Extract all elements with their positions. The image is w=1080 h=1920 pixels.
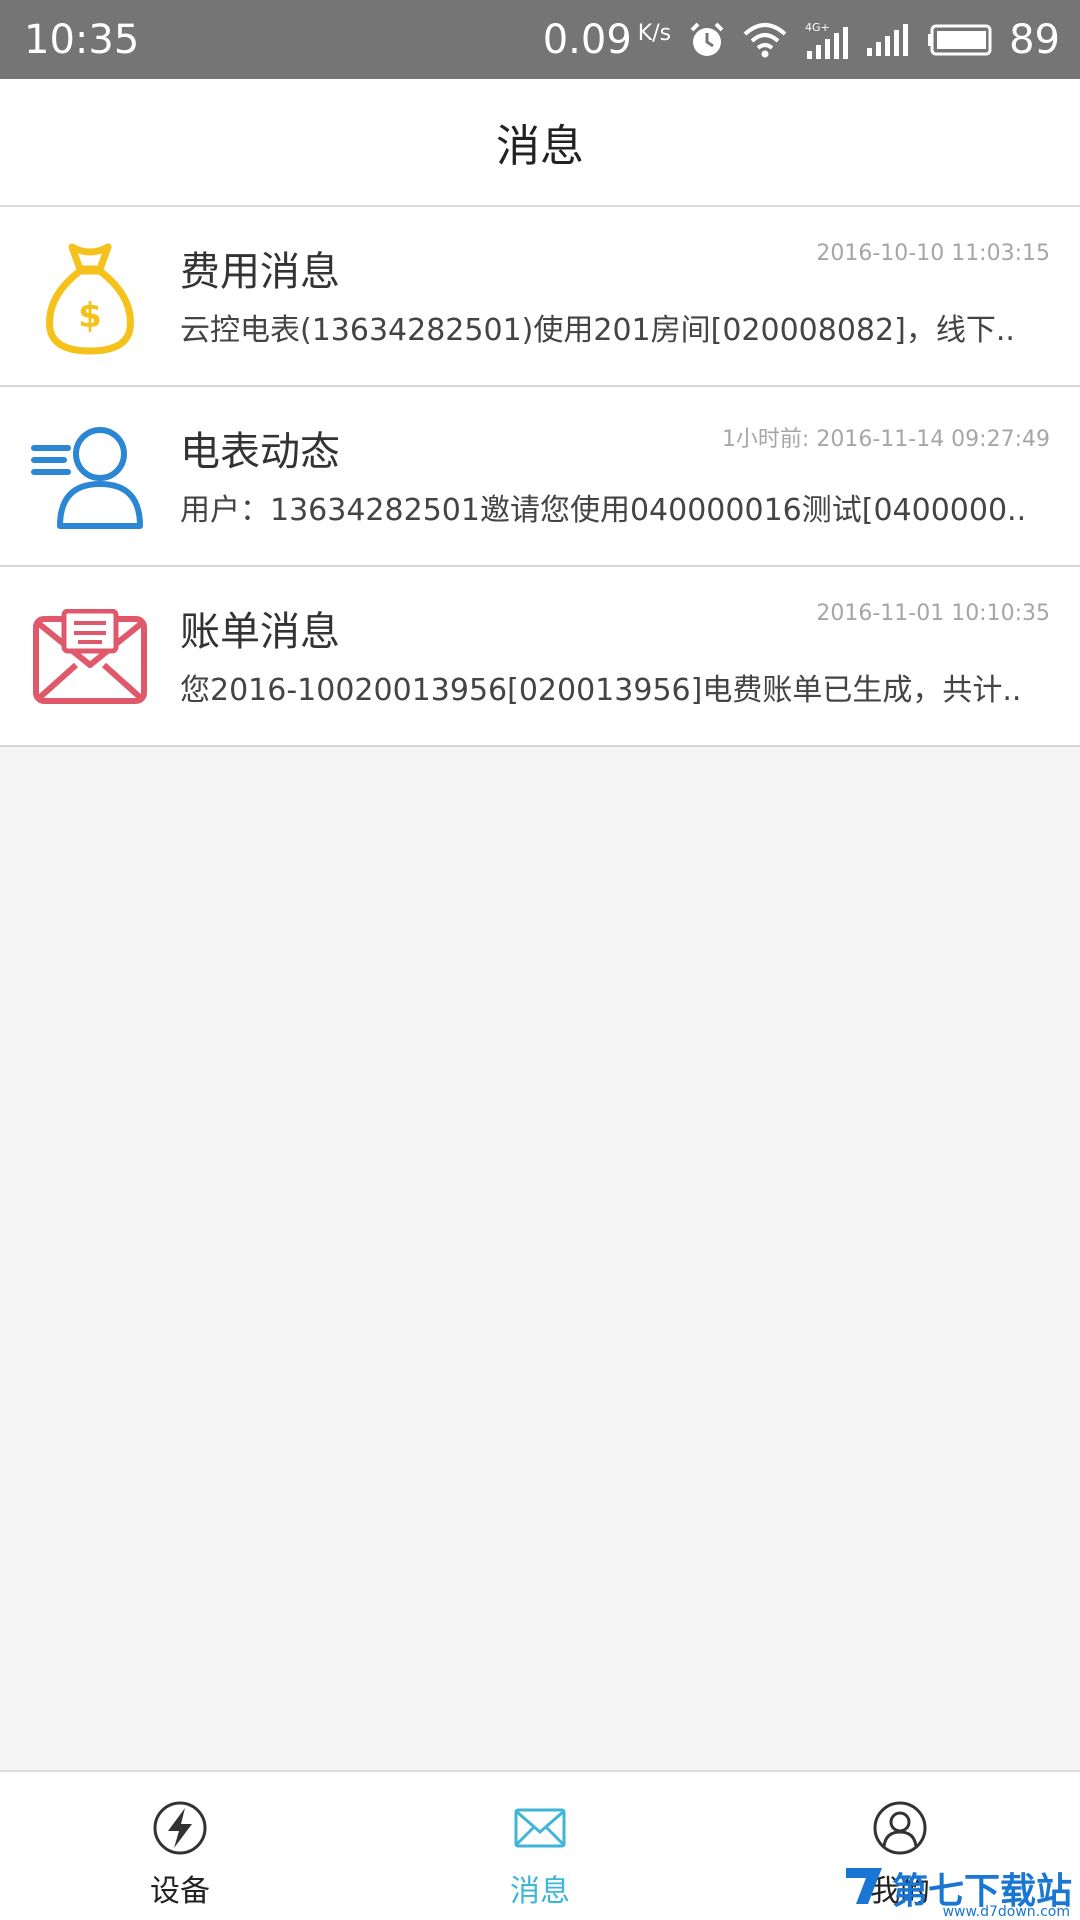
tab-label: 消息 bbox=[510, 1874, 570, 1909]
message-preview: 用户：13634282501邀请您使用040000016测试[0400000.. bbox=[180, 493, 1027, 528]
signal-4g-icon: 4G+ bbox=[803, 19, 849, 61]
money-bag-icon: $ bbox=[30, 237, 150, 357]
status-icons: 0.09 K/s 4G+ 89 bbox=[543, 17, 1060, 63]
watermark-logo-icon bbox=[842, 1864, 886, 1912]
svg-text:$: $ bbox=[78, 296, 102, 336]
mail-icon bbox=[512, 1800, 568, 1860]
message-time: 1小时前: 2016-11-14 09:27:49 bbox=[721, 427, 1050, 452]
message-item-fee[interactable]: $ 费用消息 2016-10-10 11:03:15 云控电表(13634282… bbox=[0, 207, 1080, 387]
network-speed: 0.09 K/s bbox=[543, 17, 671, 63]
svg-text:4G+: 4G+ bbox=[805, 21, 830, 34]
message-list: $ 费用消息 2016-10-10 11:03:15 云控电表(13634282… bbox=[0, 207, 1080, 747]
lightning-icon bbox=[152, 1800, 208, 1860]
tab-messages[interactable]: 消息 bbox=[360, 1772, 720, 1920]
tab-devices[interactable]: 设备 bbox=[0, 1772, 360, 1920]
header: 消息 bbox=[0, 79, 1080, 207]
network-speed-unit: K/s bbox=[637, 20, 672, 46]
wifi-icon bbox=[743, 22, 787, 58]
page-title: 消息 bbox=[496, 121, 584, 172]
message-title: 电表动态 bbox=[180, 429, 340, 475]
message-item-meter[interactable]: 电表动态 1小时前: 2016-11-14 09:27:49 用户：136342… bbox=[0, 387, 1080, 567]
person-icon bbox=[872, 1800, 928, 1860]
message-title: 账单消息 bbox=[180, 609, 340, 655]
status-bar: 10:35 0.09 K/s 4G+ 89 bbox=[0, 0, 1080, 79]
message-time: 2016-11-01 10:10:35 bbox=[816, 601, 1050, 626]
user-speed-icon bbox=[30, 417, 150, 537]
battery-level: 89 bbox=[1009, 16, 1060, 63]
message-item-bill[interactable]: 账单消息 2016-11-01 10:10:35 您2016-100200139… bbox=[0, 567, 1080, 747]
message-time: 2016-10-10 11:03:15 bbox=[816, 241, 1050, 266]
message-preview: 您2016-10020013956[020013956]电费账单已生成，共计.. bbox=[180, 673, 1022, 708]
signal-icon bbox=[865, 22, 911, 58]
watermark-url: www.d7down.com bbox=[942, 1904, 1070, 1920]
tab-label: 设备 bbox=[150, 1874, 210, 1909]
battery-icon bbox=[927, 23, 993, 57]
network-speed-value: 0.09 bbox=[542, 16, 632, 63]
message-title: 费用消息 bbox=[180, 249, 340, 295]
message-preview: 云控电表(13634282501)使用201房间[020008082]，线下.. bbox=[180, 313, 1015, 348]
status-time: 10:35 bbox=[24, 16, 140, 63]
envelope-icon bbox=[30, 597, 150, 717]
alarm-icon bbox=[687, 20, 727, 60]
